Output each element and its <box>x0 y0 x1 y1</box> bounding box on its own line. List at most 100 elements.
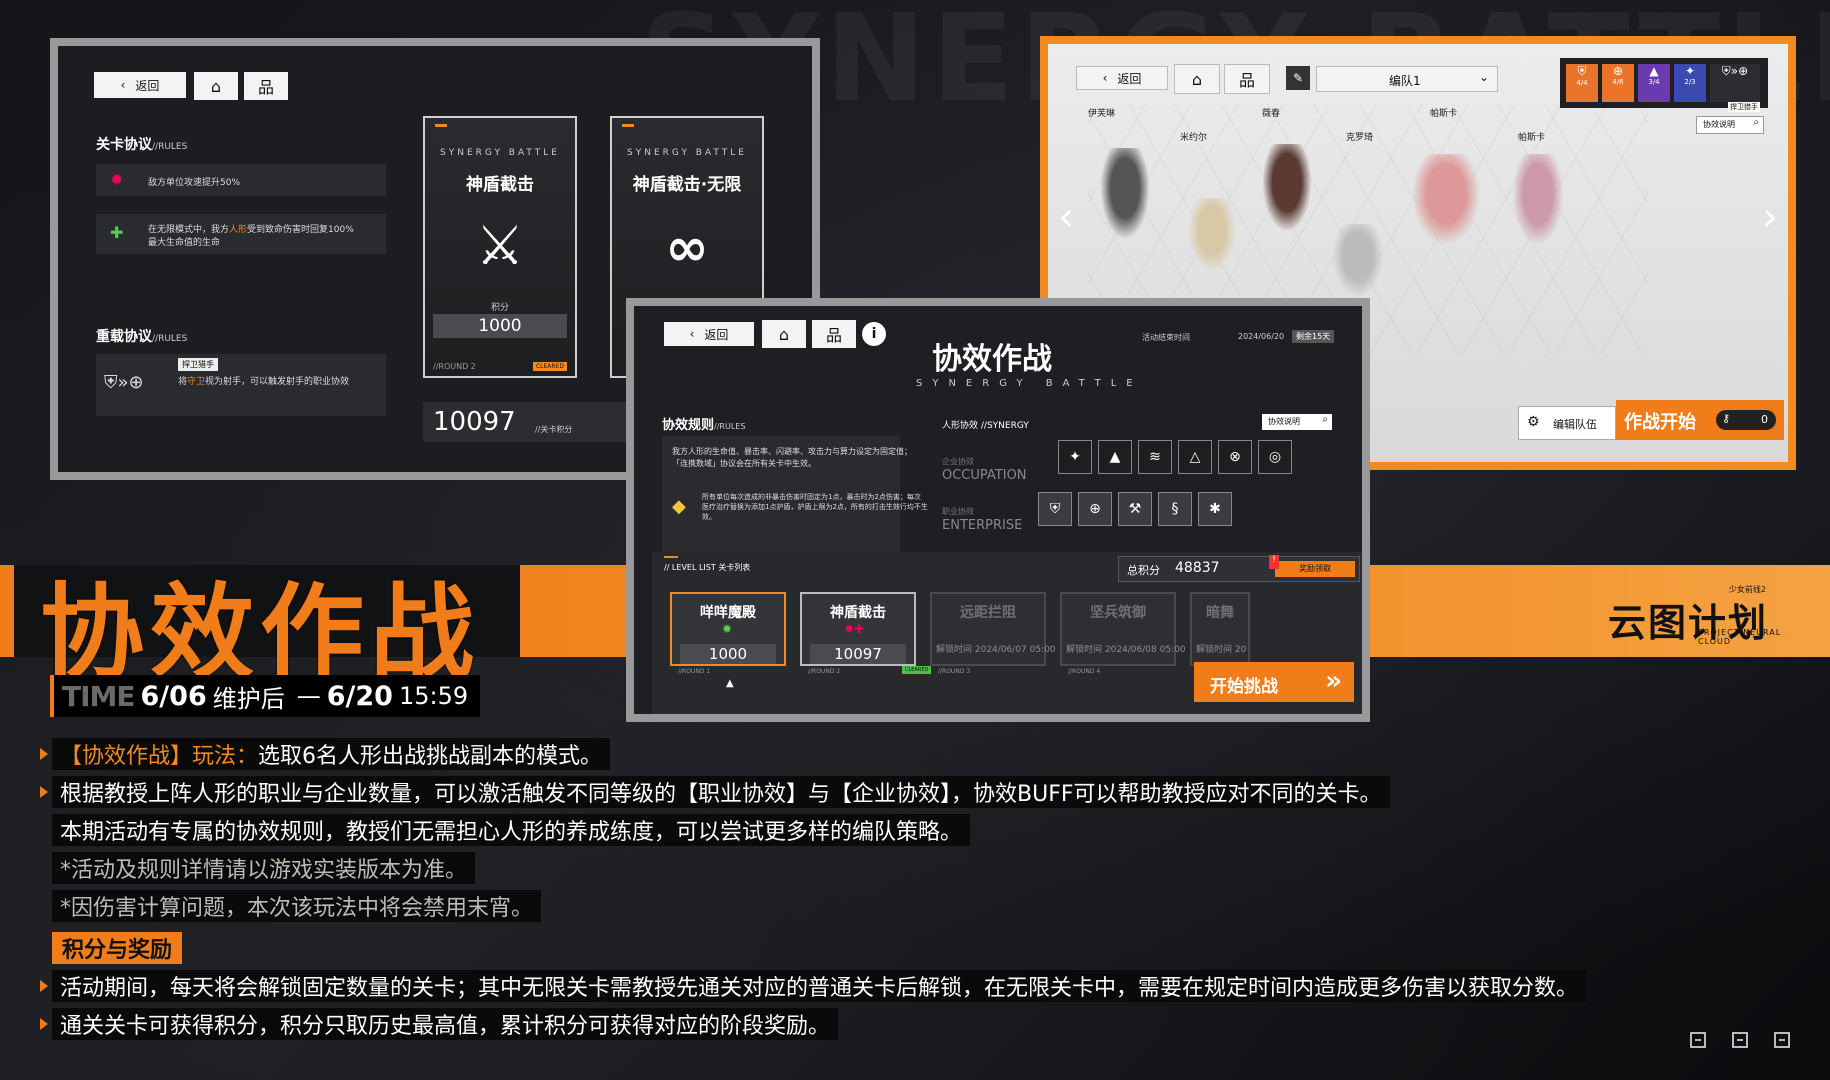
home-icon[interactable]: ⌂ <box>762 320 806 348</box>
rules-title: 关卡协议//RULES <box>96 137 188 153</box>
bullet-icon <box>40 980 48 992</box>
reward-heading: 积分与奖励 <box>52 932 183 964</box>
synergy-explain-button[interactable]: 协效说明 ⌕ <box>1696 116 1764 134</box>
status-badge: CLEARED <box>532 362 567 371</box>
hierarchy-icon[interactable]: 品 <box>1224 64 1270 94</box>
rule-row-1: ✹ 敌方单位攻速提升50% <box>96 164 386 196</box>
hierarchy-icon[interactable]: 品 <box>244 72 288 100</box>
level-card-4[interactable]: 坚兵筑御 解锁时间 2024/06/08 05:00 <box>1060 592 1186 666</box>
home-icon[interactable]: ⌂ <box>1174 64 1220 94</box>
synergy-rules-title: 协效规则//RULES <box>662 418 746 433</box>
level-card-1[interactable]: 咩咩魔殿 ✹ 1000 <box>670 592 786 666</box>
doll-name-5: 帕斯卡 <box>1430 109 1458 119</box>
doll-sprite-2[interactable] <box>1184 198 1240 278</box>
synergy-rules-box: 我方人形的生命值、暴击率、闪避率、攻击力与算力设定为固定值； 「连携数域」协议会… <box>662 436 928 554</box>
level-card-5[interactable]: 暗舞 解锁时间 20 <box>1190 592 1250 666</box>
doll-name-6: 帕斯卡 <box>1518 133 1546 143</box>
synergy-icon-5[interactable]: ⛨»⊕ <box>1710 64 1760 102</box>
doll-sprite-4[interactable] <box>1328 224 1388 304</box>
desc-line-4: *活动及规则详情请以游戏实装版本为准。 <box>52 852 476 884</box>
total-score-bar: 总积分 48837 奖励领取 ! <box>1118 555 1360 582</box>
gear-icon: ⚙ <box>1527 414 1540 430</box>
desc-line-3: 本期活动有专属的协效规则，教授们无需担心人形的养成练度，可以尝试更多样的编队策略… <box>52 814 971 846</box>
reward-button[interactable]: 奖励领取 <box>1275 561 1355 577</box>
hierarchy-icon[interactable]: 品 <box>812 320 856 348</box>
arrow-left-icon[interactable]: ‹ <box>1058 194 1074 240</box>
info-icon[interactable]: i <box>862 322 886 346</box>
synergy-hex-icon[interactable]: ⛨ <box>1038 492 1072 526</box>
back-button[interactable]: ‹ 返回 <box>1076 66 1168 90</box>
double-chevron-icon: » <box>1325 666 1342 696</box>
synergy-hex-icon[interactable]: ⚒ <box>1118 492 1152 526</box>
start-battle-button[interactable]: 作战开始 ⚷ 0 <box>1616 400 1784 440</box>
arrow-right-icon[interactable]: › <box>1762 194 1778 240</box>
synergy-hex-icon[interactable]: △ <box>1178 440 1212 474</box>
team-select[interactable]: 编队1 ⌄ <box>1316 66 1498 92</box>
main-screenshot: ‹ 返回 ⌂ 品 i 协效作战 SYNERGY BATTLE 活动结束时间 202… <box>626 298 1370 722</box>
synergy-icon-4[interactable]: ✦ 2/3 <box>1674 64 1706 102</box>
back-button[interactable]: ‹ 返回 <box>94 72 186 98</box>
level-enemy-icon: ✹✚ <box>844 622 865 636</box>
remaining-badge: 剩余15天 <box>1292 330 1335 343</box>
synergy-hex-icon[interactable]: ✦ <box>1058 440 1092 474</box>
level-card-3[interactable]: 远距拦阻 解锁时间 2024/06/07 05:00 <box>930 592 1056 666</box>
total-score: 10097 //关卡积分 <box>423 402 633 442</box>
synergy-title: 人形协效 //SYNERGY <box>942 421 1029 431</box>
back-button[interactable]: ‹ 返回 <box>664 322 754 346</box>
synergy-hex-icon[interactable]: ⊗ <box>1218 440 1252 474</box>
selected-arrow-icon: ▲ <box>726 678 734 689</box>
level-list-title: // LEVEL LIST 关卡列表 <box>664 563 751 572</box>
chevron-left-icon: ‹ <box>120 78 126 92</box>
enemy-icon: ✹ <box>110 170 124 189</box>
desc-line-7: 通关关卡可获得积分，积分只取历史最高值，累计积分可获得对应的阶段奖励。 <box>52 1008 839 1040</box>
level-card-2[interactable]: 神盾截击 ✹✚ 10097 <box>800 592 916 666</box>
infinity-icon: ∞ <box>665 218 709 278</box>
doll-sprite-1[interactable] <box>1096 148 1154 248</box>
synergy-icon-1[interactable]: ⛨ 4/4 <box>1566 64 1598 102</box>
edit-team-button[interactable]: ⚙ 编辑队伍 <box>1518 406 1616 440</box>
doll-name-3: 薇春 <box>1262 109 1281 119</box>
start-challenge-button[interactable]: 开始挑战 » <box>1194 662 1354 702</box>
doll-name-2: 米约尔 <box>1180 133 1208 143</box>
synergy-hex-icon[interactable]: ◎ <box>1258 440 1292 474</box>
synergy-icon-2[interactable]: ⊕ 4/6 <box>1602 64 1634 102</box>
chevron-down-icon: ⌄ <box>1478 70 1489 84</box>
crossed-swords-icon: ⚔ <box>475 214 525 277</box>
synergy-hex-icon[interactable]: § <box>1158 492 1192 526</box>
doll-name-1: 伊芙琳 <box>1088 109 1116 119</box>
game-logo: 少女前线2 云图计划 PROJECT NEURAL CLOUD <box>1608 585 1782 646</box>
level-card-normal[interactable]: SYNERGY BATTLE 神盾截击 ⚔ 积分 1000 //ROUND 2 … <box>423 116 577 378</box>
edit-icon[interactable]: ✎ <box>1286 66 1310 90</box>
minus-box-icon <box>1690 1032 1706 1048</box>
synergy-hex-icon[interactable]: ≋ <box>1138 440 1172 474</box>
heal-icon: ✚ <box>110 223 124 242</box>
level-cards: 咩咩魔殿 ✹ 1000 神盾截击 ✹✚ 10097 远距拦阻 解锁时间 2024… <box>670 592 1362 672</box>
time-bar: TIME 6/06 维护后 — 6/20 15:59 <box>50 675 481 717</box>
synergy-hex-icon[interactable]: ✱ <box>1198 492 1232 526</box>
bullet-icon <box>40 748 48 760</box>
synergy-explain-button[interactable]: 协效说明 ⌕ <box>1262 414 1332 430</box>
bullet-icon <box>40 1018 48 1030</box>
desc-line-1: 【协效作战】玩法： 选取6名人形出战挑战副本的模式。 <box>52 738 611 770</box>
corner-icons <box>1690 1032 1790 1048</box>
synergy-icon-3[interactable]: ▲ 3/4 <box>1638 64 1670 102</box>
desc-line-6: 活动期间，每天将会解锁固定数量的关卡；其中无限关卡需教授先通关对应的普通关卡后解… <box>52 970 1587 1002</box>
alert-icon: ! <box>1269 555 1279 569</box>
reload-tag: 捍卫猎手 <box>178 358 218 371</box>
level-list-tag <box>664 556 678 558</box>
doll-sprite-5[interactable] <box>1406 154 1486 254</box>
level-enemy-icon: ✹ <box>722 622 733 636</box>
main-subtitle: SYNERGY BATTLE <box>916 378 1143 389</box>
enterprise-synergy-row: ⛨ ⊕ ⚒ § ✱ <box>1038 492 1232 526</box>
chevron-left-icon: ‹ <box>689 327 695 341</box>
doll-sprite-6[interactable] <box>1508 154 1568 254</box>
synergy-hex-icon[interactable]: ⊕ <box>1078 492 1112 526</box>
main-title: 协效作战 <box>932 342 1052 377</box>
reload-row: ⛨»⊕ 捍卫猎手 将守卫视为射手，可以触发射手的职业协效 <box>96 354 386 416</box>
desc-line-2: 根据教授上阵人形的职业与企业数量，可以激活触发不同等级的【职业协效】与【企业协效… <box>52 776 1390 808</box>
synergy-hex-icon[interactable]: ▲ <box>1098 440 1132 474</box>
search-icon: ⌕ <box>1753 117 1759 128</box>
search-icon: ⌕ <box>1322 414 1328 425</box>
doll-sprite-3[interactable] <box>1258 144 1316 240</box>
home-icon[interactable]: ⌂ <box>194 72 238 100</box>
